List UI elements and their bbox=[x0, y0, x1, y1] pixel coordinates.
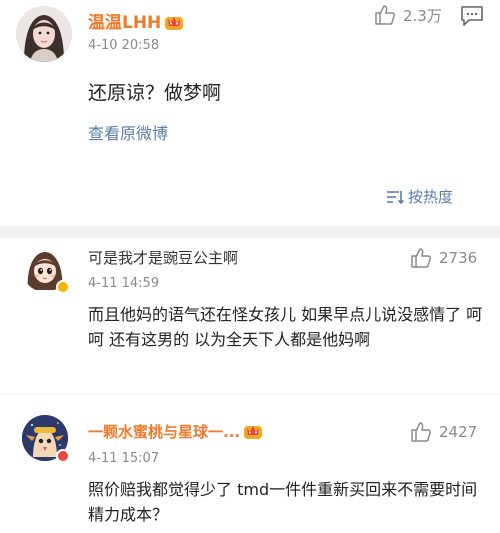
comment-time: 4-11 14:59 bbox=[88, 276, 160, 291]
main-post-text: 还原谅？做梦啊 bbox=[88, 82, 222, 104]
comment-item: 一颗水蜜桃与星球一... 4-11 15:07 2427 照价赔我都觉得少了 t… bbox=[0, 394, 500, 533]
main-user-avatar[interactable] bbox=[16, 6, 72, 62]
comment-like-count: 2427 bbox=[439, 423, 478, 441]
comment-username[interactable]: 一颗水蜜桃与星球一... bbox=[88, 421, 263, 442]
vip-crown-icon bbox=[244, 426, 263, 439]
main-post: 温温LHH 4-10 20:58 2.3万 还原谅？做梦啊 查看原微博 按热度 bbox=[0, 0, 500, 226]
comment-username[interactable]: 可是我才是豌豆公主啊 bbox=[88, 247, 238, 268]
comment-time: 4-11 15:07 bbox=[88, 451, 160, 466]
comment-item: 可是我才是豌豆公主啊 4-11 14:59 2736 而且他妈的语气还在怪女孩儿… bbox=[0, 238, 500, 394]
main-username-text: 温温LHH bbox=[88, 13, 162, 33]
sort-icon bbox=[387, 190, 404, 204]
sort-label: 按热度 bbox=[408, 188, 454, 206]
section-divider bbox=[0, 226, 500, 238]
vip-crown-icon bbox=[165, 17, 184, 30]
view-original-link[interactable]: 查看原微博 bbox=[88, 120, 168, 144]
comment-username-text: 一颗水蜜桃与星球一... bbox=[88, 423, 241, 441]
verified-badge-icon bbox=[56, 280, 70, 294]
thumb-up-icon bbox=[411, 248, 432, 268]
comment-like-button[interactable]: 2427 bbox=[410, 421, 477, 443]
sort-by-hot-button[interactable]: 按热度 bbox=[386, 186, 453, 207]
main-like-button[interactable]: 2.3万 bbox=[374, 4, 442, 26]
comment-like-button[interactable]: 2736 bbox=[410, 247, 477, 269]
comment-text: 而且他妈的语气还在怪女孩儿 如果早点儿说没感情了 呵呵 还有这男的 以为全天下人… bbox=[88, 305, 483, 349]
main-username[interactable]: 温温LHH bbox=[88, 8, 184, 33]
verified-badge-icon bbox=[56, 449, 70, 463]
comment-text: 照价赔我都觉得少了 tmd一件件重新买回来不需要时间精力成本？ bbox=[88, 480, 478, 524]
comment-like-count: 2736 bbox=[439, 249, 478, 267]
thumb-up-icon bbox=[411, 422, 432, 442]
main-post-time: 4-10 20:58 bbox=[88, 38, 160, 53]
thumb-up-icon bbox=[375, 5, 396, 25]
comment-icon[interactable] bbox=[460, 5, 484, 27]
main-like-count: 2.3万 bbox=[403, 6, 442, 25]
